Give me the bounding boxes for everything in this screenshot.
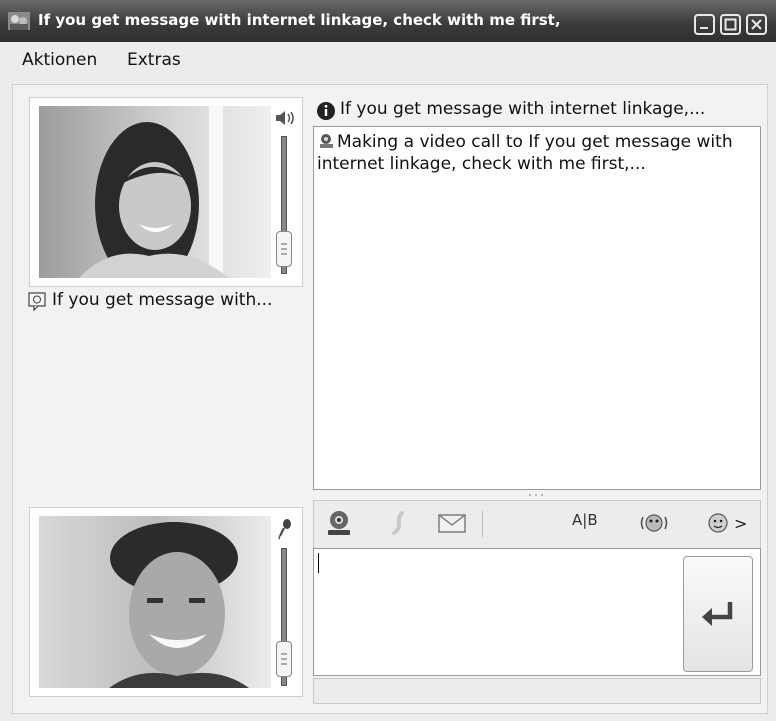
speaker-icon xyxy=(276,111,294,125)
menu-aktionen[interactable]: Aktionen xyxy=(22,50,97,70)
window-title: If you get message with internet linkage… xyxy=(38,11,561,29)
title-bar[interactable]: If you get message with internet linkage… xyxy=(0,0,776,42)
webcam-icon[interactable] xyxy=(324,507,356,539)
remote-contact-name: If you get message with... xyxy=(52,290,273,310)
text-caret xyxy=(318,553,319,573)
chat-message: Making a video call to If you get messag… xyxy=(317,132,733,174)
emoticon-icon[interactable] xyxy=(704,507,736,539)
status-bar xyxy=(313,678,761,704)
contact-header: If you get message with internet linkage… xyxy=(340,99,706,119)
send-button[interactable] xyxy=(683,556,753,672)
menu-extras[interactable]: Extras xyxy=(127,50,181,70)
maximize-button[interactable] xyxy=(720,14,741,35)
local-video-image xyxy=(39,516,271,688)
mail-icon[interactable] xyxy=(436,507,468,539)
chat-window: If you get message with internet linkage… xyxy=(0,0,776,721)
splitter-handle[interactable] xyxy=(528,493,548,497)
app-icon xyxy=(8,12,30,30)
speaker-volume-handle[interactable] xyxy=(276,231,292,267)
input-toolbar: A|B > xyxy=(313,500,761,548)
close-icon xyxy=(751,19,762,30)
phone-icon[interactable] xyxy=(382,507,414,539)
enter-icon xyxy=(702,602,733,626)
close-button[interactable] xyxy=(746,14,767,35)
maximize-icon xyxy=(724,18,737,31)
remote-video-image xyxy=(39,106,271,278)
microphone-icon xyxy=(278,519,291,540)
remote-video-frame xyxy=(29,97,303,287)
chat-history[interactable]: Making a video call to If you get messag… xyxy=(313,126,761,490)
minimize-button[interactable] xyxy=(694,14,715,35)
mic-volume-handle[interactable] xyxy=(276,641,292,677)
menu-bar: Aktionen Extras xyxy=(0,42,776,78)
spellcheck-button[interactable]: A|B xyxy=(572,511,604,543)
toolbar-separator xyxy=(482,511,483,537)
minimize-icon xyxy=(700,27,708,29)
nudge-icon[interactable] xyxy=(638,507,670,539)
more-options-button[interactable]: > xyxy=(734,514,747,533)
local-video-frame xyxy=(29,507,303,697)
